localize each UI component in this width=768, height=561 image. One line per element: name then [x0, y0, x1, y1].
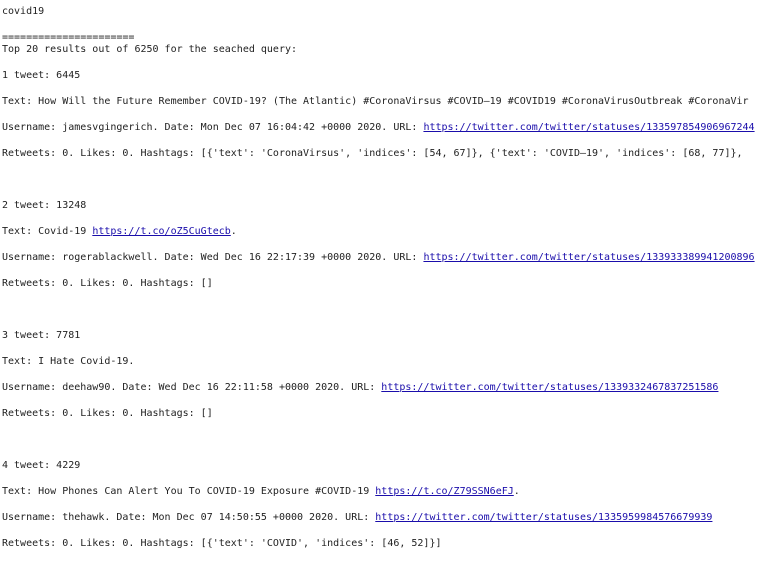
tweet-text: I Hate Covid-19. [38, 356, 135, 367]
tweet-text: How Will the Future Remember COVID-19? (… [38, 96, 749, 107]
user-date-text: Username: deehaw90. Date: Wed Dec 16 22:… [2, 382, 382, 393]
tweet-url-link[interactable]: https://twitter.com/twitter/statuses/133… [375, 512, 712, 523]
tweet-short-link[interactable]: https://t.co/Z79SSN6eFJ [375, 486, 513, 497]
result-stats-line: Retweets: 0. Likes: 0. Hashtags: [{'text… [2, 538, 442, 549]
results-summary: Top 20 results out of 6250 for the seach… [2, 44, 298, 55]
tweet-url-link[interactable]: https://twitter.com/twitter/statuses/133… [423, 122, 754, 133]
result-meta-line: Username: jamesvgingerich. Date: Mon Dec… [2, 122, 755, 134]
result-meta-line: Username: rogerablackwell. Date: Wed Dec… [2, 252, 755, 264]
result-meta-line: Username: thehawk. Date: Mon Dec 07 14:5… [2, 512, 712, 524]
user-date-text: Username: rogerablackwell. Date: Wed Dec… [2, 252, 424, 263]
tweet-text: Covid-19 [38, 226, 93, 237]
result-header: 3 tweet: 7781 [2, 330, 81, 341]
result-header: 1 tweet: 6445 [2, 70, 81, 81]
result-stats-line: Retweets: 0. Likes: 0. Hashtags: [] [2, 278, 213, 289]
tweet-short-link[interactable]: https://t.co/oZ5CuGtecb [92, 226, 230, 237]
separator-line: ====================== [2, 32, 135, 43]
user-date-text: Username: jamesvgingerich. Date: Mon Dec… [2, 122, 424, 133]
query-text: covid19 [2, 6, 45, 17]
result-header: 4 tweet: 4229 [2, 460, 81, 471]
result-stats-line: Retweets: 0. Likes: 0. Hashtags: [] [2, 408, 213, 419]
tweet-url-link[interactable]: https://twitter.com/twitter/statuses/133… [423, 252, 754, 263]
tweet-text: How Phones Can Alert You To COVID-19 Exp… [38, 486, 376, 497]
result-text-line: Text: How Will the Future Remember COVID… [2, 96, 749, 107]
tweet-url-link[interactable]: https://twitter.com/twitter/statuses/133… [381, 382, 718, 393]
result-text-line: Text: I Hate Covid-19. [2, 356, 135, 367]
result-meta-line: Username: deehaw90. Date: Wed Dec 16 22:… [2, 382, 718, 394]
result-stats-line: Retweets: 0. Likes: 0. Hashtags: [{'text… [2, 148, 743, 159]
result-text-line: Text: Covid-19 https://t.co/oZ5CuGtecb. [2, 226, 237, 237]
user-date-text: Username: thehawk. Date: Mon Dec 07 14:5… [2, 512, 376, 523]
result-text-line: Text: How Phones Can Alert You To COVID-… [2, 486, 520, 497]
result-header: 2 tweet: 13248 [2, 200, 87, 211]
